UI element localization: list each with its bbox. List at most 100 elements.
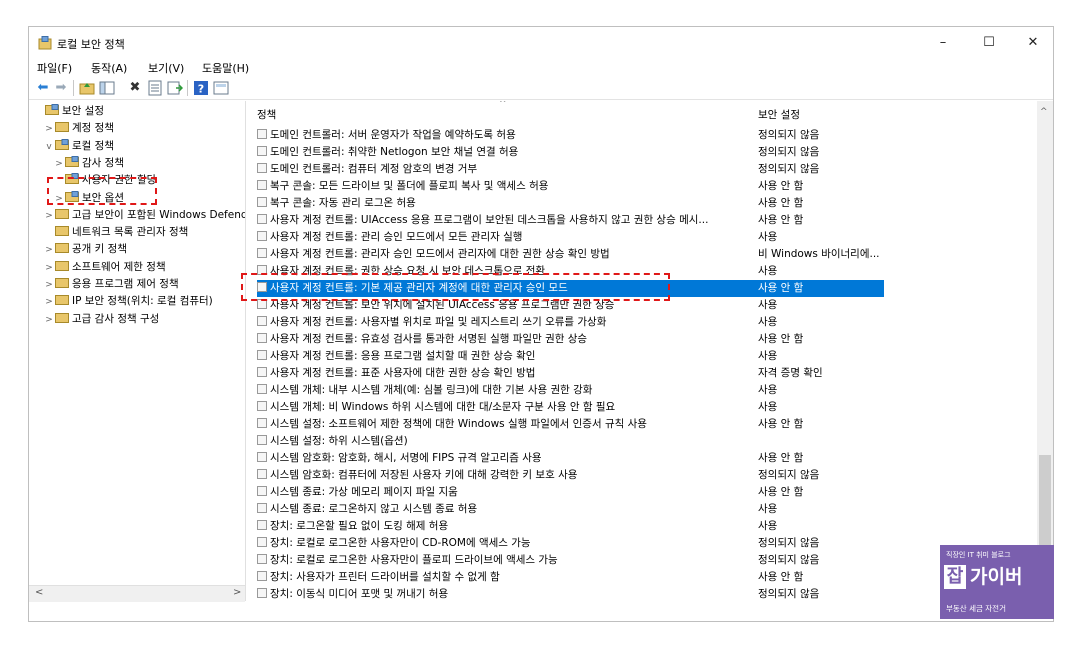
policy-row[interactable]: 도메인 컨트롤러: 서버 운영자가 작업을 예약하도록 허용 정의되지 않음 xyxy=(257,127,884,144)
expand-toggle-icon[interactable]: > xyxy=(43,312,55,328)
tree-item[interactable]: > 감사 정책 xyxy=(53,155,124,171)
list-vertical-scrollbar[interactable]: ^ xyxy=(1037,101,1053,601)
policy-name: 사용자 계정 컨트롤: 관리자 승인 모드에서 관리자에 대한 권한 상승 확인… xyxy=(270,248,610,260)
policy-name: 장치: 사용자가 프린터 드라이버를 설치할 수 없게 함 xyxy=(270,571,500,583)
policy-name: 시스템 개체: 비 Windows 하위 시스템에 대한 대/소문자 구분 사용… xyxy=(270,401,616,413)
policy-setting: 사용 안 함 xyxy=(758,333,804,345)
expand-toggle-icon[interactable]: > xyxy=(43,277,55,293)
up-folder-icon[interactable] xyxy=(79,80,95,96)
tree-item[interactable]: 보안 설정 xyxy=(33,103,104,119)
policy-row[interactable]: 사용자 계정 컨트롤: UIAccess 응용 프로그램이 보안된 데스크톱을 … xyxy=(257,212,884,229)
policy-name: 시스템 종료: 가상 메모리 페이지 파일 지움 xyxy=(270,486,458,498)
policy-setting: 정의되지 않음 xyxy=(758,163,820,175)
expand-toggle-icon[interactable]: > xyxy=(43,242,55,258)
scroll-up-arrow-icon[interactable]: ^ xyxy=(1040,107,1048,117)
policy-name: 시스템 암호화: 암호화, 해시, 서명에 FIPS 규격 알고리즘 사용 xyxy=(270,452,542,464)
tree-item[interactable]: > 공개 키 정책 xyxy=(43,241,127,257)
policy-row[interactable]: 장치: 사용자가 프린터 드라이버를 설치할 수 없게 함 사용 안 함 xyxy=(257,569,884,586)
tree-item[interactable]: > 응용 프로그램 제어 정책 xyxy=(43,276,179,292)
policy-row[interactable]: 사용자 계정 컨트롤: 유효성 검사를 통과한 서명된 실행 파일만 권한 상승… xyxy=(257,331,884,348)
policy-row[interactable]: 장치: 이동식 미디어 포맷 및 꺼내기 허용 정의되지 않음 xyxy=(257,586,884,601)
expand-toggle-icon[interactable]: v xyxy=(43,139,55,155)
tree-item[interactable]: > IP 보안 정책(위치: 로컬 컴퓨터) xyxy=(43,293,213,309)
policy-row[interactable]: 복구 콘솔: 자동 관리 로그온 허용 사용 안 함 xyxy=(257,195,884,212)
policy-item-icon xyxy=(257,384,267,394)
tree-item[interactable]: > 고급 보안이 포함된 Windows Defender xyxy=(43,207,246,224)
menu-file[interactable]: 파일(F) xyxy=(37,60,72,76)
policy-name: 사용자 계정 컨트롤: 유효성 검사를 통과한 서명된 실행 파일만 권한 상승 xyxy=(270,333,588,345)
highlight-box-admin-approval-mode xyxy=(241,273,670,301)
policy-row[interactable]: 시스템 종료: 가상 메모리 페이지 파일 지움 사용 안 함 xyxy=(257,484,884,501)
watermark-logo-mark: 잡 xyxy=(944,565,966,589)
policy-row[interactable]: 사용자 계정 컨트롤: 응용 프로그램 설치할 때 권한 상승 확인 사용 xyxy=(257,348,884,365)
export-list-icon[interactable] xyxy=(167,80,183,96)
help-icon[interactable]: ? xyxy=(193,80,209,96)
policy-setting: 사용 안 함 xyxy=(758,180,804,192)
tree-item[interactable]: > 소프트웨어 제한 정책 xyxy=(43,259,166,275)
policy-row[interactable]: 사용자 계정 컨트롤: 사용자별 위치로 파일 및 레지스트리 쓰기 오류를 가… xyxy=(257,314,884,331)
policy-row[interactable]: 장치: 로컬로 로그온한 사용자만이 플로피 드라이브에 액세스 가능 정의되지 … xyxy=(257,552,884,569)
policy-row[interactable]: 시스템 설정: 하위 시스템(옵션) xyxy=(257,433,884,450)
policy-row[interactable]: 시스템 암호화: 암호화, 해시, 서명에 FIPS 규격 알고리즘 사용 사용 … xyxy=(257,450,884,467)
tree-item[interactable]: 네트워크 목록 관리자 정책 xyxy=(43,224,188,240)
policy-name: 사용자 계정 컨트롤: 사용자별 위치로 파일 및 레지스트리 쓰기 오류를 가… xyxy=(270,316,607,328)
view-icon[interactable] xyxy=(213,80,229,96)
menu-help[interactable]: 도움말(H) xyxy=(202,60,249,76)
show-hide-tree-icon[interactable] xyxy=(99,80,115,96)
policy-row[interactable]: 장치: 로컬로 로그온한 사용자만이 CD-ROM에 액세스 가능 정의되지 않음 xyxy=(257,535,884,552)
folder-icon xyxy=(55,243,69,254)
policy-row[interactable]: 사용자 계정 컨트롤: 관리자 승인 모드에서 관리자에 대한 권한 상승 확인… xyxy=(257,246,884,263)
maximize-button[interactable]: ☐ xyxy=(967,33,1011,55)
tree-item-label: 공개 키 정책 xyxy=(72,243,127,256)
tree-horizontal-scrollbar[interactable]: < > xyxy=(29,585,245,602)
scroll-right-arrow-icon[interactable]: > xyxy=(233,587,241,598)
policy-item-icon xyxy=(257,418,267,428)
policy-setting: 자격 증명 확인 xyxy=(758,367,823,379)
column-header-policy[interactable]: 정책 xyxy=(257,107,276,122)
folder-icon xyxy=(55,138,69,150)
tree-item[interactable]: v 로컬 정책 xyxy=(43,138,114,154)
tree-item[interactable]: > 고급 감사 정책 구성 xyxy=(43,311,159,327)
policy-row[interactable]: 시스템 개체: 내부 시스템 개체(예: 심볼 링크)에 대한 기본 사용 권한… xyxy=(257,382,884,399)
policy-row[interactable]: 장치: 로그온할 필요 없이 도킹 해제 허용 사용 xyxy=(257,518,884,535)
folder-icon xyxy=(55,295,69,306)
delete-icon[interactable]: ✖ xyxy=(127,80,143,96)
policy-setting: 사용 안 함 xyxy=(758,486,804,498)
expand-toggle-icon[interactable]: > xyxy=(43,208,55,224)
policy-row[interactable]: 사용자 계정 컨트롤: 표준 사용자에 대한 권한 상승 확인 방법 자격 증명 … xyxy=(257,365,884,382)
policy-name: 사용자 계정 컨트롤: 관리 승인 모드에서 모든 관리자 실행 xyxy=(270,231,523,243)
policy-row[interactable]: 시스템 암호화: 컴퓨터에 저장된 사용자 키에 대해 강력한 키 보호 사용 정… xyxy=(257,467,884,484)
back-arrow-icon[interactable]: ⬅ xyxy=(35,80,51,96)
tree-item-label: 로컬 정책 xyxy=(72,139,114,152)
tree-item-label: 고급 보안이 포함된 Windows Defender xyxy=(72,208,246,221)
tree-pane: 보안 설정 > 계정 정책 v 로컬 정책 > 감사 정책 사용자 권한 할당 > 보안 옵션 > 고… xyxy=(29,101,246,601)
policy-name: 도메인 컨트롤러: 취약한 Netlogon 보안 채널 연결 허용 xyxy=(270,146,519,158)
policy-row[interactable]: 복구 콘솔: 모든 드라이브 및 폴더에 플로피 복사 및 액세스 허용 사용 안… xyxy=(257,178,884,195)
expand-toggle-icon[interactable]: > xyxy=(53,156,65,172)
policy-setting: 사용 안 함 xyxy=(758,282,804,294)
column-header-setting[interactable]: 보안 설정 xyxy=(758,107,800,122)
policy-row[interactable]: 도메인 컨트롤러: 컴퓨터 계정 암호의 변경 거부 정의되지 않음 xyxy=(257,161,884,178)
policy-name: 시스템 암호화: 컴퓨터에 저장된 사용자 키에 대해 강력한 키 보호 사용 xyxy=(270,469,578,481)
scroll-left-arrow-icon[interactable]: < xyxy=(35,587,43,598)
expand-toggle-icon[interactable]: > xyxy=(43,121,55,137)
minimize-button[interactable]: – xyxy=(921,33,965,55)
expand-toggle-icon[interactable]: > xyxy=(43,294,55,310)
policy-row[interactable]: 시스템 개체: 비 Windows 하위 시스템에 대한 대/소문자 구분 사용… xyxy=(257,399,884,416)
close-button[interactable]: ✕ xyxy=(1011,33,1055,55)
properties-icon[interactable] xyxy=(147,80,163,96)
policy-item-icon xyxy=(257,180,267,190)
policy-row[interactable]: 시스템 종료: 로그온하지 않고 시스템 종료 허용 사용 xyxy=(257,501,884,518)
policy-setting: 사용 xyxy=(758,299,778,311)
menu-view[interactable]: 보기(V) xyxy=(148,60,184,76)
expand-toggle-icon[interactable]: > xyxy=(43,260,55,276)
policy-name: 장치: 이동식 미디어 포맷 및 꺼내기 허용 xyxy=(270,588,449,600)
policy-row[interactable]: 시스템 설정: 소프트웨어 제한 정책에 대한 Windows 실행 파일에서 … xyxy=(257,416,884,433)
menu-action[interactable]: 동작(A) xyxy=(91,60,127,76)
forward-arrow-icon[interactable]: ➡ xyxy=(53,80,69,96)
policy-row[interactable]: 도메인 컨트롤러: 취약한 Netlogon 보안 채널 연결 허용 정의되지 않… xyxy=(257,144,884,161)
tree-item[interactable]: > 계정 정책 xyxy=(43,120,114,136)
policy-row[interactable]: 사용자 계정 컨트롤: 관리 승인 모드에서 모든 관리자 실행 사용 xyxy=(257,229,884,246)
policy-setting: 사용 xyxy=(758,503,778,515)
tree-item-label: 감사 정책 xyxy=(82,156,124,169)
